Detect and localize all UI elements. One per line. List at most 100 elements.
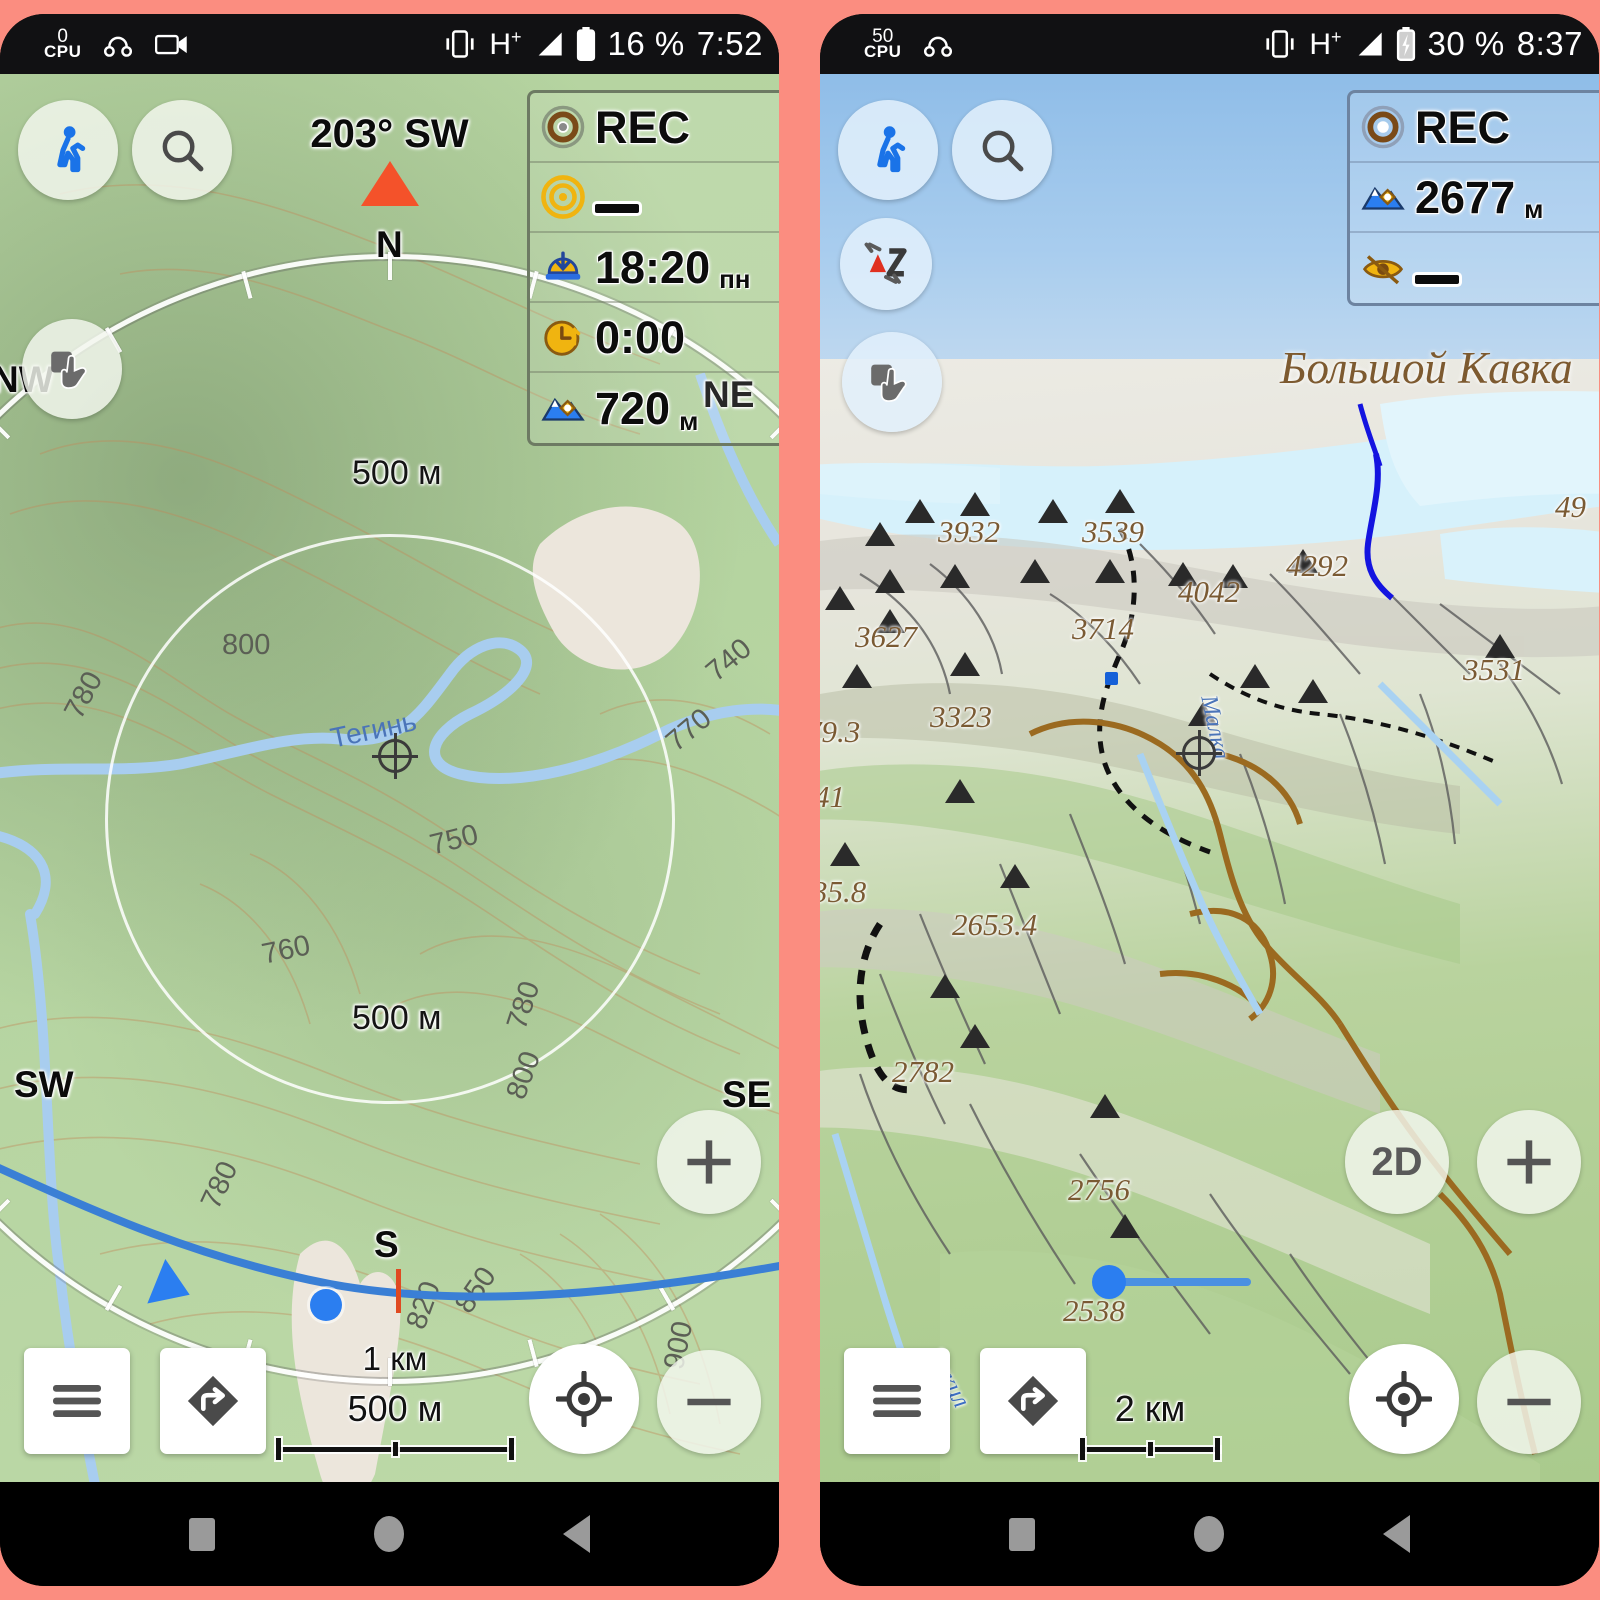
menu-button[interactable] bbox=[24, 1348, 130, 1454]
battery-icon bbox=[576, 27, 595, 61]
zoom-out-button[interactable] bbox=[1477, 1350, 1581, 1454]
profile-walking-button[interactable] bbox=[838, 100, 938, 200]
square-recents-icon[interactable] bbox=[189, 1517, 216, 1551]
search-button[interactable] bbox=[132, 100, 232, 200]
hamburger-menu-icon bbox=[873, 1385, 921, 1417]
navigation-button[interactable] bbox=[160, 1348, 266, 1454]
elevation-label: 3627 bbox=[855, 619, 917, 654]
screenshot-stage: 0 CPU H+ 16 % 7:52 203° SW N NE SE S SW … bbox=[0, 0, 1600, 1600]
hamburger-menu-icon bbox=[53, 1385, 101, 1417]
widget-value-rec: REC bbox=[595, 101, 691, 153]
map-center-crosshair bbox=[1176, 730, 1222, 776]
navigation-button[interactable] bbox=[980, 1348, 1086, 1454]
status-right-1: H+ 16 % 7:52 bbox=[443, 25, 763, 63]
search-button[interactable] bbox=[952, 100, 1052, 200]
widget-unit-altitude: м bbox=[1524, 194, 1544, 224]
touch-gesture-button[interactable] bbox=[842, 332, 942, 432]
clock: 8:37 bbox=[1516, 25, 1583, 62]
triangle-back-icon[interactable] bbox=[562, 1515, 590, 1553]
widget-row-rec[interactable]: REC bbox=[530, 93, 779, 163]
record-icon bbox=[541, 105, 585, 149]
touch-gesture-button[interactable] bbox=[22, 319, 122, 419]
vibrate-icon bbox=[446, 30, 474, 58]
menu-button[interactable] bbox=[844, 1348, 950, 1454]
circle-home-icon[interactable] bbox=[373, 1516, 404, 1552]
peak-marker bbox=[825, 586, 855, 610]
scale-bar-2: 2 км bbox=[1080, 1388, 1220, 1460]
mode-2d-button[interactable]: 2D bbox=[1345, 1110, 1449, 1214]
elevation-label: 3932 bbox=[938, 514, 1000, 549]
map-canvas-2[interactable]: 3932 3539 4292 4042 3714 3627 3531 3323 … bbox=[820, 74, 1599, 1482]
battery-percent: 30 % bbox=[1427, 25, 1505, 62]
headphones-icon bbox=[104, 36, 133, 57]
current-position-marker bbox=[310, 1289, 342, 1321]
elevation-label: 3531 bbox=[1463, 652, 1525, 687]
peak-marker bbox=[1095, 559, 1125, 583]
elevation-label: 2653.4 bbox=[952, 907, 1038, 942]
peak-marker bbox=[1090, 1094, 1120, 1118]
elevation-label: 4292 bbox=[1286, 548, 1348, 583]
circle-home-icon[interactable] bbox=[1193, 1516, 1224, 1552]
widget-value-stopwatch: 0:00 bbox=[595, 311, 686, 363]
tilt-slider-knob[interactable] bbox=[1092, 1265, 1126, 1299]
scale-label-top: 1 км bbox=[362, 1340, 428, 1377]
elevation-label: 35.8 bbox=[820, 874, 867, 909]
dashboard-widget-panel-2[interactable]: REC 2677 м bbox=[1347, 90, 1599, 306]
peak-marker bbox=[875, 569, 905, 593]
widget-value-sunset: 18:20 bbox=[595, 241, 711, 293]
map-canvas-1[interactable]: 203° SW N NE SE S SW NW 500 м 500 м 800 … bbox=[0, 74, 779, 1482]
dashboard-widget-panel-1[interactable]: REC 18:20 пн 0:00 720 м bbox=[527, 90, 779, 446]
peak-marker bbox=[1105, 489, 1135, 513]
widget-row-stopwatch[interactable]: 0:00 bbox=[530, 303, 779, 373]
hidden-eye-icon bbox=[1362, 255, 1404, 285]
vibrate-icon bbox=[1266, 30, 1294, 58]
elevation-label: 2782 bbox=[892, 1054, 954, 1089]
minus-icon bbox=[687, 1398, 731, 1406]
peak-marker bbox=[1020, 559, 1050, 583]
widget-row-sunset[interactable]: 18:20 пн bbox=[530, 233, 779, 303]
zoom-out-button[interactable] bbox=[657, 1350, 761, 1454]
android-nav-bar-1[interactable] bbox=[0, 1482, 779, 1586]
widget-row-visibility[interactable] bbox=[1350, 233, 1599, 303]
android-nav-bar-2[interactable] bbox=[820, 1482, 1599, 1586]
peak-marker bbox=[950, 652, 980, 676]
square-recents-icon[interactable] bbox=[1009, 1517, 1036, 1551]
clock: 7:52 bbox=[696, 25, 763, 62]
widget-row-altitude[interactable]: 720 м bbox=[530, 373, 779, 443]
widget-row-target[interactable] bbox=[530, 163, 779, 233]
my-location-button[interactable] bbox=[529, 1344, 639, 1454]
mountain-range-label: Большой Кавка bbox=[1280, 343, 1573, 393]
elevation-label: 3714 bbox=[1072, 611, 1134, 646]
battery-percent: 16 % bbox=[607, 25, 685, 62]
my-location-button[interactable] bbox=[1349, 1344, 1459, 1454]
map-tilt-slider[interactable] bbox=[1092, 1265, 1251, 1299]
scale-label-top: 2 км bbox=[1114, 1388, 1186, 1429]
peak-marker bbox=[940, 564, 970, 588]
peak-marker bbox=[1298, 679, 1328, 703]
zoom-in-button[interactable] bbox=[657, 1110, 761, 1214]
elevation-label: 4042 bbox=[1178, 574, 1240, 609]
network-type: H+ bbox=[1309, 26, 1342, 61]
altitude-icon bbox=[541, 397, 585, 421]
profile-walking-button[interactable] bbox=[18, 100, 118, 200]
touch-hand-icon bbox=[871, 364, 907, 402]
triangle-back-icon[interactable] bbox=[1382, 1515, 1410, 1553]
status-bar-1: 0 CPU H+ 16 % 7:52 bbox=[0, 14, 779, 74]
peak-marker bbox=[1038, 499, 1068, 523]
scale-ruler bbox=[1080, 1438, 1220, 1460]
zoom-in-button[interactable] bbox=[1477, 1110, 1581, 1214]
battery-charging-icon bbox=[1396, 27, 1415, 61]
compass-button[interactable] bbox=[840, 218, 932, 310]
mode-2d-label: 2D bbox=[1371, 1139, 1423, 1184]
widget-row-rec[interactable]: REC bbox=[1350, 93, 1599, 163]
search-icon bbox=[982, 130, 1024, 172]
widget-value-altitude: 720 bbox=[595, 382, 671, 434]
cpu-indicator: 50 CPU bbox=[864, 27, 901, 59]
cpu-label: CPU bbox=[44, 41, 82, 61]
peak-marker bbox=[905, 499, 935, 523]
widget-row-altitude[interactable]: 2677 м bbox=[1350, 163, 1599, 233]
status-left-1: 0 CPU bbox=[44, 27, 189, 61]
cpu-indicator: 0 CPU bbox=[44, 27, 82, 61]
elevation-label: 2538 bbox=[1063, 1293, 1125, 1328]
peak-marker bbox=[1240, 664, 1270, 688]
